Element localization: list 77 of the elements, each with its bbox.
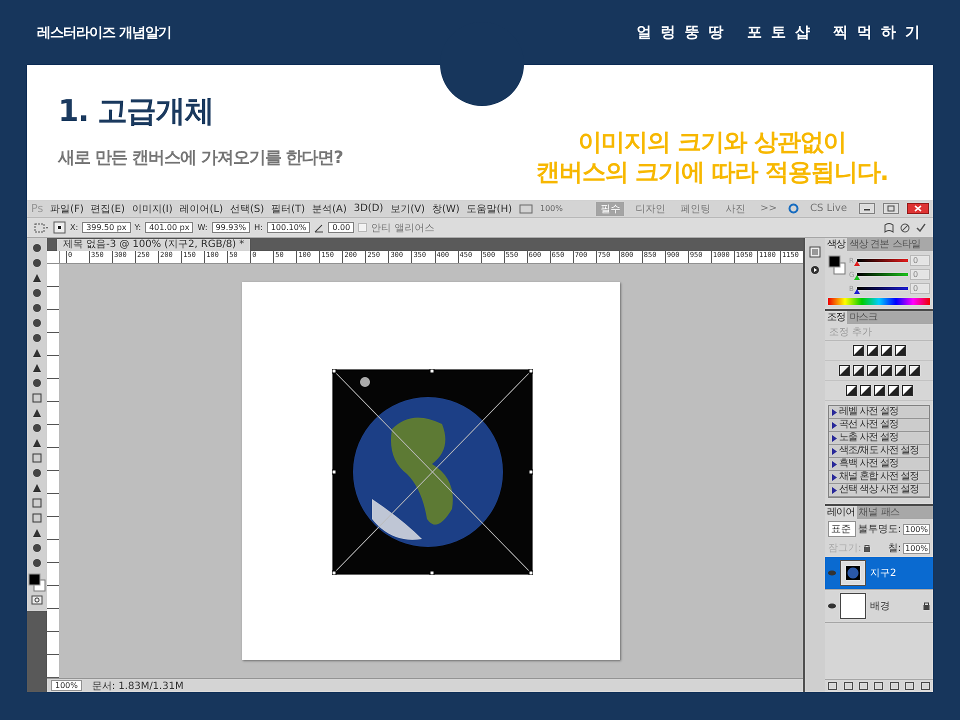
- callout-text: 이미지의 크기와 상관없이: [577, 127, 847, 157]
- panel-tab[interactable]: 조정: [825, 311, 848, 324]
- layer-row[interactable]: 지구2: [825, 557, 933, 590]
- input-field[interactable]: 399.50 px: [82, 222, 131, 233]
- lock-icon[interactable]: [863, 544, 872, 552]
- menu-item[interactable]: 선택(S): [230, 202, 264, 216]
- layer-thumbnail: [840, 560, 866, 586]
- app-logo: Ps: [31, 202, 44, 215]
- preset-item[interactable]: 흑백 사전 설정: [829, 458, 929, 471]
- fill-field[interactable]: 100%: [903, 542, 930, 554]
- callout-text: 캔버스의 크기에 따라 적용됩니다.: [536, 157, 888, 187]
- menu-item[interactable]: 보기(V): [390, 202, 425, 216]
- fill-label: 칠:: [888, 542, 902, 555]
- quick-mask-icon[interactable]: [31, 595, 43, 605]
- angle-icon: [314, 222, 324, 232]
- preset-item[interactable]: 선택 색상 사전 설정: [829, 484, 929, 497]
- preset-item[interactable]: 레벨 사전 설정: [829, 406, 929, 419]
- document-tab[interactable]: 제목 없음-3 @ 100% (지구2, RGB/8) *: [57, 239, 250, 251]
- panel-hint: 조정 추가: [825, 324, 933, 341]
- heading: 1. 고급개체: [58, 93, 215, 131]
- commit-icon[interactable]: [915, 222, 927, 234]
- tool-preset-icon[interactable]: [33, 222, 49, 234]
- panel-tab[interactable]: 색상: [825, 238, 848, 251]
- slider-thumb[interactable]: [854, 275, 860, 280]
- preset-item[interactable]: 노출 사전 설정: [829, 432, 929, 445]
- color-spectrum-bar[interactable]: [828, 298, 930, 305]
- actions-panel-icon[interactable]: [809, 264, 821, 276]
- antialias-checkbox[interactable]: [358, 223, 368, 232]
- slider-thumb[interactable]: [854, 261, 860, 266]
- menu-item[interactable]: 3D(D): [354, 203, 384, 214]
- cs-live-icon[interactable]: [788, 203, 800, 214]
- field-label: X:: [70, 223, 78, 232]
- restore-icon[interactable]: [883, 203, 899, 214]
- screen-mode-icon[interactable]: [519, 204, 533, 214]
- input-field[interactable]: 401.00 px: [145, 222, 194, 233]
- field-label: H:: [254, 223, 263, 232]
- preset-item[interactable]: 곡선 사전 설정: [829, 419, 929, 432]
- warp-icon[interactable]: [883, 222, 895, 234]
- history-panel-icon[interactable]: [809, 246, 821, 258]
- color-swatches-icon[interactable]: [28, 572, 46, 592]
- preset-item[interactable]: 채널 혼합 사전 설정: [829, 471, 929, 484]
- blend-mode-dropdown[interactable]: 표준: [828, 521, 856, 537]
- question-text: 새로 만든 캔버스에 가져오기를 한다면?: [58, 147, 343, 169]
- eye-icon[interactable]: [828, 603, 836, 609]
- document-size: 문서: 1.83M/1.31M: [92, 680, 184, 692]
- menu-item[interactable]: 도움말(H): [466, 202, 512, 216]
- zoom-level[interactable]: 100%: [51, 680, 82, 691]
- field-label: W:: [197, 223, 208, 232]
- layer-row[interactable]: 배경: [825, 590, 933, 623]
- menu-item[interactable]: 편집(E): [90, 202, 125, 216]
- menu-item[interactable]: 레이어(L): [180, 202, 223, 216]
- minimize-icon[interactable]: [859, 203, 875, 214]
- layer-thumbnail: [840, 593, 866, 619]
- cancel-icon[interactable]: [899, 222, 911, 234]
- layer-name: 지구2: [870, 567, 898, 580]
- angle-field[interactable]: 0.00: [328, 222, 354, 233]
- series-title: 얼렁뚱땅 포토샵 찍먹하기: [636, 23, 929, 42]
- section-label: 레스터라이즈 개념알기: [37, 24, 171, 42]
- opacity-field[interactable]: 100%: [903, 524, 930, 534]
- input-field[interactable]: 99.93%: [212, 222, 250, 233]
- menu-item[interactable]: 파일(F): [50, 202, 84, 216]
- field-label: Y:: [134, 223, 142, 232]
- reference-point-icon[interactable]: [53, 221, 66, 234]
- zoom-dropdown[interactable]: 100%: [540, 204, 563, 213]
- menu-item[interactable]: 필터(T): [271, 202, 306, 216]
- earth-photo-with-transform-box[interactable]: [332, 369, 533, 575]
- antialias-label: 안티 앨리어스: [371, 222, 434, 234]
- opacity-label: 불투명도:: [858, 523, 902, 536]
- menu-item[interactable]: 분석(A): [312, 202, 347, 216]
- panel-tab[interactable]: 레이어: [825, 506, 857, 519]
- preset-item[interactable]: 색조/채도 사전 설정: [829, 445, 929, 458]
- fg-bg-swatch-icon[interactable]: [828, 255, 846, 275]
- input-field[interactable]: 100.10%: [266, 222, 310, 233]
- layer-name: 배경: [870, 600, 891, 613]
- menu-item[interactable]: 이미지(I): [132, 202, 173, 216]
- close-icon[interactable]: [907, 203, 929, 214]
- menu-item[interactable]: 창(W): [432, 202, 460, 216]
